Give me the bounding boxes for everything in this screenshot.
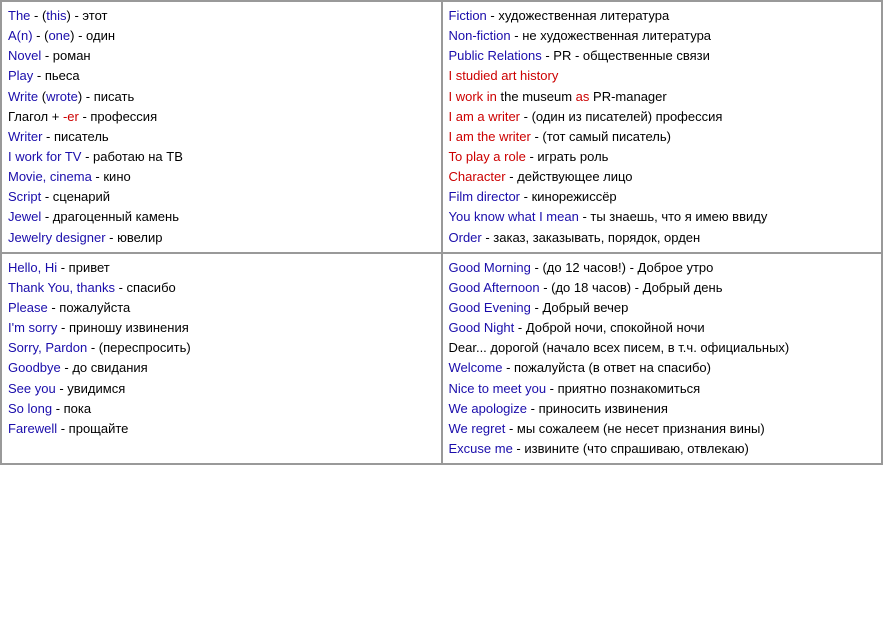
list-item: Good Afternoon - (до 18 часов) - Добрый …	[449, 278, 876, 298]
list-item: I am a writer - (один из писателей) проф…	[449, 107, 876, 127]
cell-bottom-right: Good Morning - (до 12 часов!) - Доброе у…	[442, 253, 883, 464]
list-item: Farewell - прощайте	[8, 419, 435, 439]
list-item: Good Morning - (до 12 часов!) - Доброе у…	[449, 258, 876, 278]
list-item: I'm sorry - приношу извинения	[8, 318, 435, 338]
bottom-right-content: Good Morning - (до 12 часов!) - Доброе у…	[449, 258, 876, 459]
list-item: I studied art history	[449, 66, 876, 86]
list-item: You know what I mean - ты знаешь, что я …	[449, 207, 876, 227]
list-item: Welcome - пожалуйста (в ответ на спасибо…	[449, 358, 876, 378]
list-item: Jewelry designer - ювелир	[8, 228, 435, 248]
list-item: I work in the museum as PR-manager	[449, 87, 876, 107]
list-item: Sorry, Pardon - (переспросить)	[8, 338, 435, 358]
cell-bottom-left: Hello, Hi - приветThank You, thanks - сп…	[1, 253, 442, 464]
list-item: Novel - роман	[8, 46, 435, 66]
list-item: Excuse me - извините (что спрашиваю, отв…	[449, 439, 876, 459]
list-item: Goodbye - до свидания	[8, 358, 435, 378]
list-item: Play - пьеса	[8, 66, 435, 86]
list-item: Fiction - художественная литература	[449, 6, 876, 26]
list-item: A(n) - (one) - один	[8, 26, 435, 46]
list-item: To play a role - играть роль	[449, 147, 876, 167]
cell-top-left: The - (this) - этотA(n) - (one) - одинNo…	[1, 1, 442, 253]
list-item: Film director - кинорежиссёр	[449, 187, 876, 207]
list-item: Public Relations - PR - общественные свя…	[449, 46, 876, 66]
list-item: Hello, Hi - привет	[8, 258, 435, 278]
list-item: Script - сценарий	[8, 187, 435, 207]
list-item: Nice to meet you - приятно познакомиться	[449, 379, 876, 399]
list-item: Non-fiction - не художественная литерату…	[449, 26, 876, 46]
list-item: The - (this) - этот	[8, 6, 435, 26]
list-item: Jewel - драгоценный камень	[8, 207, 435, 227]
list-item: Character - действующее лицо	[449, 167, 876, 187]
list-item: We regret - мы сожалеем (не несет призна…	[449, 419, 876, 439]
list-item: We apologize - приносить извинения	[449, 399, 876, 419]
list-item: Thank You, thanks - спасибо	[8, 278, 435, 298]
top-right-content: Fiction - художественная литератураNon-f…	[449, 6, 876, 248]
list-item: Good Night - Доброй ночи, спокойной ночи	[449, 318, 876, 338]
top-left-content: The - (this) - этотA(n) - (one) - одинNo…	[8, 6, 435, 248]
list-item: Write (wrote) - писать	[8, 87, 435, 107]
bottom-left-content: Hello, Hi - приветThank You, thanks - сп…	[8, 258, 435, 439]
list-item: I work for TV - работаю на ТВ	[8, 147, 435, 167]
list-item: Good Evening - Добрый вечер	[449, 298, 876, 318]
list-item: Movie, cinema - кино	[8, 167, 435, 187]
list-item: Dear... дорогой (начало всех писем, в т.…	[449, 338, 876, 358]
list-item: Writer - писатель	[8, 127, 435, 147]
vocabulary-grid: The - (this) - этотA(n) - (one) - одинNo…	[0, 0, 883, 465]
list-item: Please - пожалуйста	[8, 298, 435, 318]
list-item: I am the writer - (тот самый писатель)	[449, 127, 876, 147]
list-item: Order - заказ, заказывать, порядок, орде…	[449, 228, 876, 248]
list-item: See you - увидимся	[8, 379, 435, 399]
cell-top-right: Fiction - художественная литератураNon-f…	[442, 1, 883, 253]
list-item: Глагол + -er - профессия	[8, 107, 435, 127]
list-item: So long - пока	[8, 399, 435, 419]
